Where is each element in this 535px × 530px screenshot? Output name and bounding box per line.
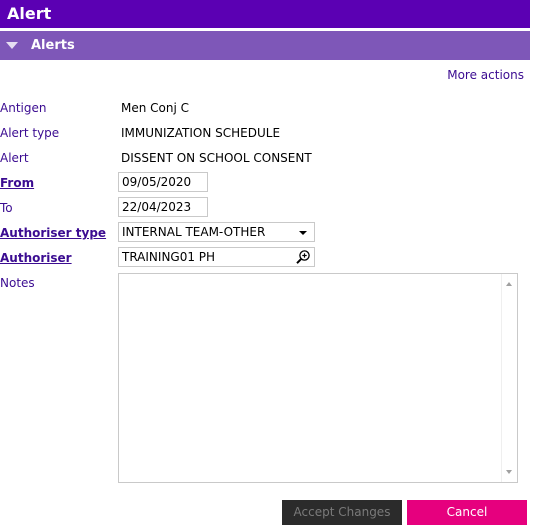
alert-value: DISSENT ON SCHOOL CONSENT: [121, 151, 312, 165]
accept-changes-button[interactable]: Accept Changes: [282, 500, 402, 525]
authoriser-type-label-link[interactable]: Authoriser type: [0, 226, 106, 240]
alert-type-label: Alert type: [0, 126, 60, 140]
section-title: Alerts: [31, 38, 75, 53]
authoriser-type-selected: INTERNAL TEAM-OTHER: [122, 225, 266, 239]
from-date-input[interactable]: 09/05/2020: [118, 172, 208, 192]
to-label: To: [0, 201, 13, 215]
magnifier-plus-icon[interactable]: [295, 249, 311, 265]
collapse-triangle-icon[interactable]: [6, 42, 18, 49]
notes-label: Notes: [0, 276, 35, 290]
to-date-input[interactable]: 22/04/2023: [118, 197, 208, 217]
chevron-down-icon[interactable]: [299, 231, 307, 235]
alert-type-value: IMMUNIZATION SCHEDULE: [121, 126, 281, 140]
authoriser-input[interactable]: TRAINING01 PH: [118, 247, 315, 267]
alerts-section-header[interactable]: Alerts: [0, 31, 530, 60]
antigen-label: Antigen: [0, 101, 47, 115]
from-label-link[interactable]: From: [0, 176, 34, 190]
authoriser-label-link[interactable]: Authoriser: [0, 251, 72, 265]
alert-label: Alert: [0, 151, 29, 165]
authoriser-type-select[interactable]: INTERNAL TEAM-OTHER: [118, 222, 315, 242]
notes-textarea[interactable]: [118, 273, 518, 483]
more-actions-link[interactable]: More actions: [447, 68, 524, 82]
authoriser-value: TRAINING01 PH: [122, 250, 216, 264]
scroll-up-icon[interactable]: [506, 282, 512, 286]
scroll-down-icon[interactable]: [506, 470, 512, 474]
antigen-value: Men Conj C: [121, 101, 190, 115]
window-title: Alert: [0, 0, 530, 28]
notes-scrollbar[interactable]: [501, 274, 517, 482]
cancel-button[interactable]: Cancel: [407, 500, 527, 525]
